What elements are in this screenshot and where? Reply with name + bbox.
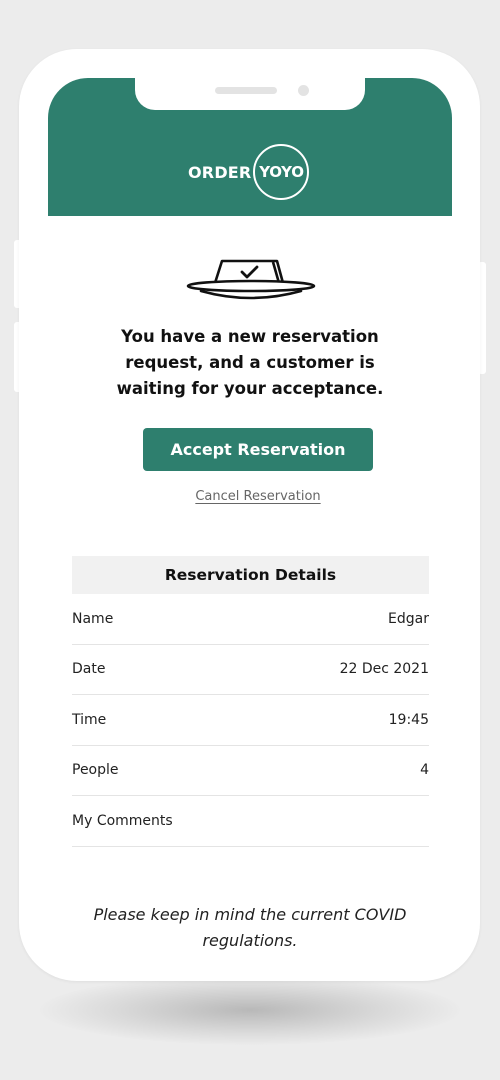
logo-yoyo-text: YOYO [259,163,304,181]
detail-row-time: Time 19:45 [72,695,429,746]
orderyoyo-logo: ORDER YOYO [188,142,310,202]
reservation-table-sign-icon [186,259,316,300]
detail-label: Date [72,661,106,678]
phone-shadow [40,975,460,1045]
covid-regulations-note: Please keep in mind the current COVID re… [93,905,407,950]
logo-yoyo-ring: YOYO [253,144,310,200]
front-camera [298,85,309,96]
speaker-grille [215,87,277,94]
detail-value: Edgar [388,610,429,627]
detail-value: 22 Dec 2021 [339,661,429,678]
detail-label: Time [72,711,107,728]
phone-frame: ORDER YOYO You have a new reservation re… [19,49,480,981]
detail-label: Name [72,610,114,627]
detail-row-people: People 4 [72,746,429,796]
detail-row-name: Name Edgar [72,594,429,645]
cancel-reservation-link[interactable]: Cancel Reservation [195,489,320,504]
logo-order-text: ORDER [188,162,252,182]
phone-notch [135,78,365,110]
detail-value: 19:45 [388,711,429,728]
reservation-details-title: Reservation Details [72,556,429,594]
cancel-reservation-link-wrap: Cancel Reservation [148,489,368,504]
detail-label: People [72,762,119,779]
reservation-request-message: You have a new reservation request, and … [116,327,384,398]
detail-row-date: Date 22 Dec 2021 [72,645,429,695]
detail-value: 4 [420,762,429,779]
reservation-details-table: Reservation Details Name Edgar Date 22 D… [72,556,429,847]
detail-label: My Comments [72,812,173,829]
phone-screen: ORDER YOYO You have a new reservation re… [48,78,452,958]
accept-reservation-button[interactable]: Accept Reservation [143,428,373,471]
detail-row-comments: My Comments [72,796,429,847]
